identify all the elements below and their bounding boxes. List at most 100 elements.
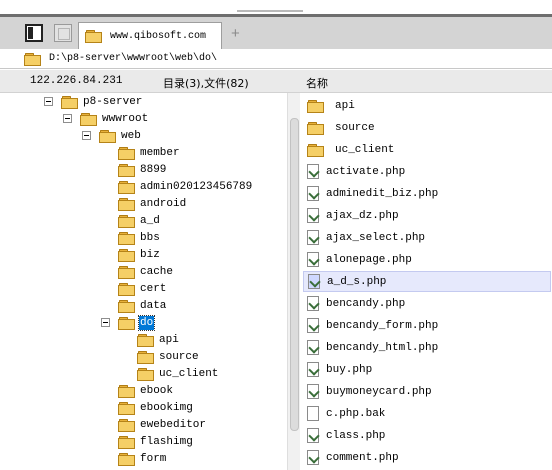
tree-node[interactable]: 8899 <box>101 161 167 178</box>
folder-icon <box>61 95 78 109</box>
tree-scrollbar-thumb[interactable] <box>290 118 299 431</box>
folder-icon <box>85 30 102 43</box>
tree-node[interactable]: biz <box>101 246 161 263</box>
tree-node[interactable]: do <box>101 314 156 331</box>
php-file-icon <box>307 318 319 333</box>
file-list: api source uc_client activate.php adminedit_… <box>301 93 552 470</box>
folder-tree: p8-server wwwroot web member 8899 admin020123… <box>22 93 287 470</box>
tree-scrollbar[interactable] <box>287 93 300 470</box>
file-row[interactable]: uc_client <box>303 139 551 160</box>
tree-node[interactable]: uc_client <box>120 365 219 382</box>
folder-icon <box>118 435 135 449</box>
address-bar[interactable]: D:\p8-server\wwwroot\web\do\ <box>0 49 552 69</box>
item-count: 目录(3),文件(82) <box>163 77 249 90</box>
folder-icon <box>118 265 135 279</box>
file-row[interactable]: adminedit_biz.php <box>303 183 551 204</box>
tree-node[interactable]: p8-server <box>44 93 143 110</box>
folder-icon <box>118 231 135 245</box>
file-row[interactable]: bencandy_form.php <box>303 315 551 336</box>
tree-node-label: uc_client <box>159 367 219 380</box>
folder-icon <box>307 99 324 113</box>
folder-icon <box>118 180 135 194</box>
tab-bar: www.qibosoft.com + <box>0 17 552 50</box>
tree-node[interactable]: form <box>101 450 167 467</box>
collapse-icon[interactable] <box>63 114 72 123</box>
php-file-icon <box>307 208 319 223</box>
tree-node-label: 8899 <box>140 163 167 176</box>
tree-node-label: bbs <box>140 231 160 244</box>
tree-node[interactable]: api <box>120 331 180 348</box>
tree-node[interactable]: cert <box>101 280 167 297</box>
file-row[interactable]: bencandy_html.php <box>303 337 551 358</box>
php-file-icon <box>307 186 319 201</box>
file-name: source <box>335 121 375 134</box>
php-file-icon <box>307 384 319 399</box>
php-file-icon <box>308 274 320 289</box>
tree-node[interactable]: a_d <box>101 212 161 229</box>
folder-icon <box>24 52 41 66</box>
file-name: bencandy_form.php <box>326 319 439 332</box>
sidebar-toggle-icon[interactable] <box>25 24 43 42</box>
file-name: buy.php <box>326 363 373 376</box>
file-row[interactable]: source <box>303 117 551 138</box>
name-column-header[interactable]: 名称 <box>306 75 328 91</box>
file-row[interactable]: c.php.bak <box>303 403 551 424</box>
tree-node[interactable]: admin020123456789 <box>101 178 253 195</box>
tree-node[interactable]: ebook <box>101 382 174 399</box>
tree-node[interactable]: flashimg <box>101 433 194 450</box>
file-name: bencandy.php <box>326 297 406 310</box>
address-path: D:\p8-server\wwwroot\web\do\ <box>49 53 218 64</box>
tab-overview-icon[interactable] <box>54 24 72 42</box>
tab-active[interactable]: www.qibosoft.com <box>78 22 222 49</box>
tree-node-label: do <box>137 314 156 331</box>
collapse-icon[interactable] <box>101 318 110 327</box>
file-row[interactable]: alonepage.php <box>303 249 551 270</box>
tree-node[interactable]: data <box>101 297 167 314</box>
top-scroll-fragment <box>237 10 303 12</box>
tree-node[interactable]: wwwroot <box>63 110 149 127</box>
file-name: c.php.bak <box>326 407 386 420</box>
php-file-icon <box>307 450 319 465</box>
tree-node[interactable]: ebookimg <box>101 399 194 416</box>
php-file-icon <box>307 340 319 355</box>
file-name: bencandy_html.php <box>326 341 439 354</box>
folder-icon <box>118 418 135 432</box>
file-row[interactable]: ajax_dz.php <box>303 205 551 226</box>
php-file-icon <box>307 252 319 267</box>
collapse-icon[interactable] <box>82 131 91 140</box>
folder-icon <box>137 367 154 381</box>
php-file-icon <box>307 362 319 377</box>
file-name: activate.php <box>326 165 406 178</box>
file-row[interactable]: ajax_select.php <box>303 227 551 248</box>
file-row[interactable]: bencandy.php <box>303 293 551 314</box>
file-row[interactable]: buy.php <box>303 359 551 380</box>
file-row[interactable]: comment.php <box>303 447 551 468</box>
tree-node-label: form <box>140 452 167 465</box>
file-row[interactable]: class.php <box>303 425 551 446</box>
file-icon <box>307 406 319 421</box>
tree-node[interactable]: cache <box>101 263 174 280</box>
file-name: ajax_select.php <box>326 231 426 244</box>
file-row[interactable]: activate.php <box>303 161 551 182</box>
collapse-icon[interactable] <box>44 97 53 106</box>
folder-icon <box>118 452 135 466</box>
tree-node[interactable]: member <box>101 144 181 161</box>
tree-node-label: cache <box>140 265 174 278</box>
folder-icon <box>118 197 135 211</box>
tree-node[interactable]: web <box>82 127 142 144</box>
file-row[interactable]: api <box>303 95 551 116</box>
new-tab-button[interactable]: + <box>231 25 240 42</box>
server-ip: 122.226.84.231 <box>30 75 123 87</box>
tree-node-label: biz <box>140 248 160 261</box>
file-row[interactable]: a_d_s.php <box>303 271 551 292</box>
tree-node-label: api <box>159 333 179 346</box>
tree-node[interactable]: android <box>101 195 187 212</box>
tree-node-label: source <box>159 350 199 363</box>
tree-node[interactable]: ewebeditor <box>101 416 207 433</box>
file-name: a_d_s.php <box>327 275 387 288</box>
folder-icon <box>307 121 324 135</box>
file-row[interactable]: buymoneycard.php <box>303 381 551 402</box>
file-name: ajax_dz.php <box>326 209 399 222</box>
tree-node[interactable]: source <box>120 348 200 365</box>
tree-node[interactable]: bbs <box>101 229 161 246</box>
